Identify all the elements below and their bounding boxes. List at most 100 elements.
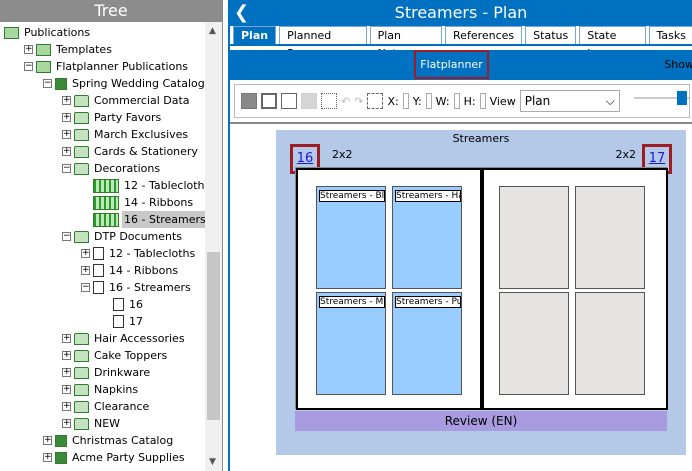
- tree-item[interactable]: + Cake Toppers: [62, 347, 169, 364]
- select-pointer-icon[interactable]: [261, 93, 277, 109]
- tree-item[interactable]: + Napkins: [62, 381, 140, 398]
- collapse-icon[interactable]: −: [81, 283, 90, 292]
- tab-references[interactable]: References: [445, 26, 523, 44]
- content-frame[interactable]: Streamers - Multi: [316, 292, 386, 395]
- expand-icon[interactable]: +: [43, 436, 52, 445]
- tree-item[interactable]: 16: [101, 296, 145, 313]
- collapse-icon[interactable]: −: [62, 164, 71, 173]
- tree-item[interactable]: +14 - Ribbons: [81, 262, 180, 279]
- h-field[interactable]: [479, 93, 486, 109]
- expand-icon[interactable]: +: [62, 130, 71, 139]
- expand-icon[interactable]: +: [62, 368, 71, 377]
- tree-item[interactable]: + Christmas Catalog: [43, 432, 175, 449]
- view-select[interactable]: Plan ⌵: [519, 90, 620, 112]
- content-frame[interactable]: Streamers - Blue: [316, 186, 386, 289]
- delete-frame-icon[interactable]: [301, 93, 317, 109]
- tree-item[interactable]: Publications: [4, 24, 92, 41]
- x-field[interactable]: [402, 93, 409, 109]
- folder-icon: [74, 111, 89, 124]
- save-icon[interactable]: [241, 93, 257, 109]
- tree-item[interactable]: + Commercial Data: [62, 92, 192, 109]
- crop-icon[interactable]: [367, 93, 384, 109]
- slider-knob[interactable]: [677, 91, 687, 105]
- expand-icon[interactable]: +: [62, 113, 71, 122]
- tab-tasks[interactable]: Tasks: [648, 26, 692, 44]
- flatplanner-button[interactable]: Flatplanner: [414, 50, 489, 79]
- tree-item-label: Party Favors: [94, 111, 162, 124]
- tab-planned-page[interactable]: Planned Page: [279, 26, 367, 60]
- content-frame[interactable]: Streamers - Hanging: [392, 186, 462, 289]
- empty-frame[interactable]: [575, 292, 645, 395]
- tree-item[interactable]: + Templates: [24, 41, 114, 58]
- expand-icon[interactable]: +: [24, 45, 33, 54]
- tree-item[interactable]: 12 - Tablecloths: [81, 177, 205, 194]
- tree-item[interactable]: + Hair Accessories: [62, 330, 187, 347]
- empty-frame[interactable]: [575, 186, 645, 289]
- show-label[interactable]: Show: [664, 58, 692, 71]
- w-field[interactable]: [453, 93, 460, 109]
- tree-view: Publications + Templates − Flatplanner Publi…: [0, 24, 205, 471]
- review-bar[interactable]: Review (EN): [295, 411, 667, 431]
- expand-icon[interactable]: +: [81, 266, 90, 275]
- expand-icon[interactable]: +: [62, 385, 71, 394]
- tree-item[interactable]: + March Exclusives: [62, 126, 190, 143]
- expand-icon[interactable]: +: [62, 96, 71, 105]
- tree-item[interactable]: + Party Favors: [62, 109, 163, 126]
- tab-plan-notes[interactable]: Plan Notes: [369, 26, 443, 60]
- tree-scrollbar[interactable]: ▲ ▼: [205, 22, 222, 471]
- expand-icon[interactable]: +: [62, 351, 71, 360]
- expand-icon[interactable]: +: [62, 402, 71, 411]
- tree-item[interactable]: − 16 - Streamers: [81, 279, 193, 296]
- back-icon[interactable]: ❮: [234, 0, 249, 26]
- tab-plan[interactable]: Plan: [233, 26, 277, 44]
- folder-icon: [74, 417, 89, 430]
- collapse-icon[interactable]: −: [62, 232, 71, 241]
- y-field[interactable]: [425, 93, 432, 109]
- tree-item[interactable]: + Clearance: [62, 398, 151, 415]
- book-icon: [55, 77, 67, 90]
- tree-item-label: Hair Accessories: [94, 332, 185, 345]
- content-frame[interactable]: Streamers - Purple: [392, 292, 462, 395]
- tree-item[interactable]: − Spring Wedding Catalog: [43, 75, 205, 92]
- tree-item[interactable]: + NEW: [62, 415, 122, 432]
- tab-status[interactable]: Status: [525, 26, 577, 44]
- folder-icon: [74, 145, 89, 158]
- tree-item[interactable]: 17: [101, 313, 145, 330]
- tree-item[interactable]: 14 - Ribbons: [81, 194, 195, 211]
- plan-canvas: Streamers 16 2x2 2x2 17 Streamers - Blue…: [230, 122, 692, 471]
- scroll-up-icon[interactable]: ▲: [209, 26, 216, 36]
- page-17[interactable]: [482, 168, 668, 410]
- expand-icon[interactable]: +: [62, 419, 71, 428]
- collapse-icon[interactable]: −: [43, 79, 52, 88]
- empty-frame[interactable]: [499, 292, 569, 395]
- layout-label-right: 2x2: [615, 148, 636, 161]
- tree-item[interactable]: + Acme Party Supplies: [43, 449, 187, 466]
- expand-icon[interactable]: +: [81, 249, 90, 258]
- empty-frame[interactable]: [499, 186, 569, 289]
- expand-icon[interactable]: +: [62, 147, 71, 156]
- tree-item[interactable]: 16 - Streamers: [81, 211, 205, 228]
- redo-icon[interactable]: ↷: [354, 95, 363, 108]
- folder-icon: [74, 366, 89, 379]
- page-16[interactable]: Streamers - Blue Streamers - Hanging Strea…: [296, 168, 482, 410]
- tree-item[interactable]: − DTP Documents: [62, 228, 184, 245]
- tab-state-log[interactable]: State Log: [579, 26, 646, 60]
- add-grid-icon[interactable]: [321, 93, 337, 109]
- scroll-thumb[interactable]: [207, 252, 220, 420]
- expand-icon[interactable]: +: [43, 453, 52, 462]
- add-page-icon[interactable]: [281, 93, 297, 109]
- tree-item[interactable]: − Decorations: [62, 160, 162, 177]
- collapse-icon[interactable]: −: [24, 62, 33, 71]
- title-bar: ❮ Streamers - Plan: [230, 0, 692, 26]
- undo-icon[interactable]: ↶: [341, 95, 350, 108]
- tree-item[interactable]: − Flatplanner Publications: [24, 58, 190, 75]
- zoom-slider[interactable]: [634, 91, 689, 107]
- scroll-down-icon[interactable]: ▼: [209, 457, 216, 467]
- plan-icon: [93, 178, 119, 193]
- pub-icon: [36, 43, 51, 56]
- tree-header: Tree: [0, 0, 222, 22]
- tree-item[interactable]: +12 - Tablecloths: [81, 245, 197, 262]
- expand-icon[interactable]: +: [62, 334, 71, 343]
- tree-item[interactable]: + Drinkware: [62, 364, 152, 381]
- tree-item[interactable]: + Cards & Stationery: [62, 143, 200, 160]
